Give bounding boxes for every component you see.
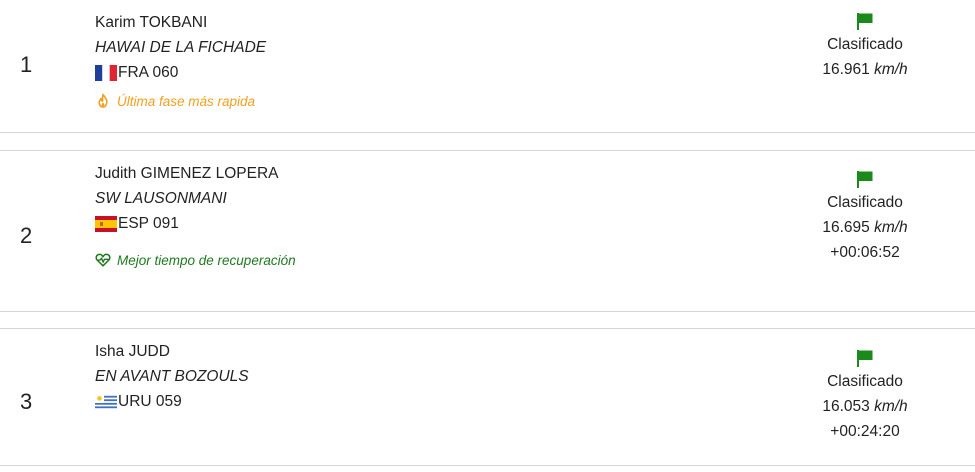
speed-number: 16.695 xyxy=(822,219,870,236)
speed-unit: km/h xyxy=(874,61,908,78)
status-label: Clasificado xyxy=(827,36,903,53)
best-recovery-badge: Mejor tiempo de recuperación xyxy=(95,252,296,268)
result-row[interactable]: 1 Karim TOKBANI HAWAI DE LA FICHADE FRA … xyxy=(0,0,975,133)
spain-flag-icon xyxy=(95,215,117,232)
speed-unit: km/h xyxy=(874,398,908,415)
result-status: Clasificado 16.053 km/h +00:24:20 xyxy=(800,349,930,444)
result-status: Clasificado 16.695 km/h +00:06:52 xyxy=(800,170,930,265)
finish-flag-icon xyxy=(857,350,873,367)
result-info: Karim TOKBANI HAWAI DE LA FICHADE FRA 06… xyxy=(95,10,266,109)
rider-name[interactable]: Isha JUDD xyxy=(95,339,249,364)
fire-icon xyxy=(98,93,108,108)
nation-label: FRA 060 xyxy=(118,64,179,81)
horse-name[interactable]: HAWAI DE LA FICHADE xyxy=(95,35,266,60)
time-gap: +00:06:52 xyxy=(830,244,900,261)
nation-code: URU 059 xyxy=(95,389,249,414)
badge-label: Mejor tiempo de recuperación xyxy=(117,252,296,268)
status-label: Clasificado xyxy=(827,194,903,211)
time-gap: +00:24:20 xyxy=(830,423,900,440)
uruguay-flag-icon xyxy=(95,393,117,410)
badge-label: Última fase más rapida xyxy=(117,93,256,109)
horse-name[interactable]: EN AVANT BOZOULS xyxy=(95,364,249,389)
nation-label: ESP 091 xyxy=(118,215,179,232)
speed-unit: km/h xyxy=(874,219,908,236)
results-list: 1 Karim TOKBANI HAWAI DE LA FICHADE FRA … xyxy=(0,0,975,472)
rider-name[interactable]: Judith GIMENEZ LOPERA xyxy=(95,161,296,186)
status-label: Clasificado xyxy=(827,373,903,390)
result-status: Clasificado 16.961 km/h xyxy=(800,12,930,82)
nation-label: URU 059 xyxy=(118,393,182,410)
horse-name[interactable]: SW LAUSONMANI xyxy=(95,186,296,211)
speed-number: 16.053 xyxy=(822,398,870,415)
rank-number: 3 xyxy=(20,389,33,414)
nation-code: FRA 060 xyxy=(95,60,266,85)
heartbeat-icon xyxy=(95,253,111,267)
speed-value: 16.695 km/h xyxy=(800,215,930,240)
finish-flag-icon xyxy=(857,13,873,30)
rank-number: 1 xyxy=(20,52,33,77)
rank-number: 2 xyxy=(20,223,33,248)
speed-number: 16.961 xyxy=(822,61,870,78)
speed-value: 16.053 km/h xyxy=(800,394,930,419)
france-flag-icon xyxy=(95,64,117,81)
rider-name[interactable]: Karim TOKBANI xyxy=(95,10,266,35)
result-info: Judith GIMENEZ LOPERA SW LAUSONMANI ESP … xyxy=(95,161,296,268)
finish-flag-icon xyxy=(857,171,873,188)
speed-value: 16.961 km/h xyxy=(800,57,930,82)
fastest-phase-badge: Última fase más rapida xyxy=(95,93,266,109)
result-info: Isha JUDD EN AVANT BOZOULS URU 059 xyxy=(95,339,249,414)
nation-code: ESP 091 xyxy=(95,211,296,236)
